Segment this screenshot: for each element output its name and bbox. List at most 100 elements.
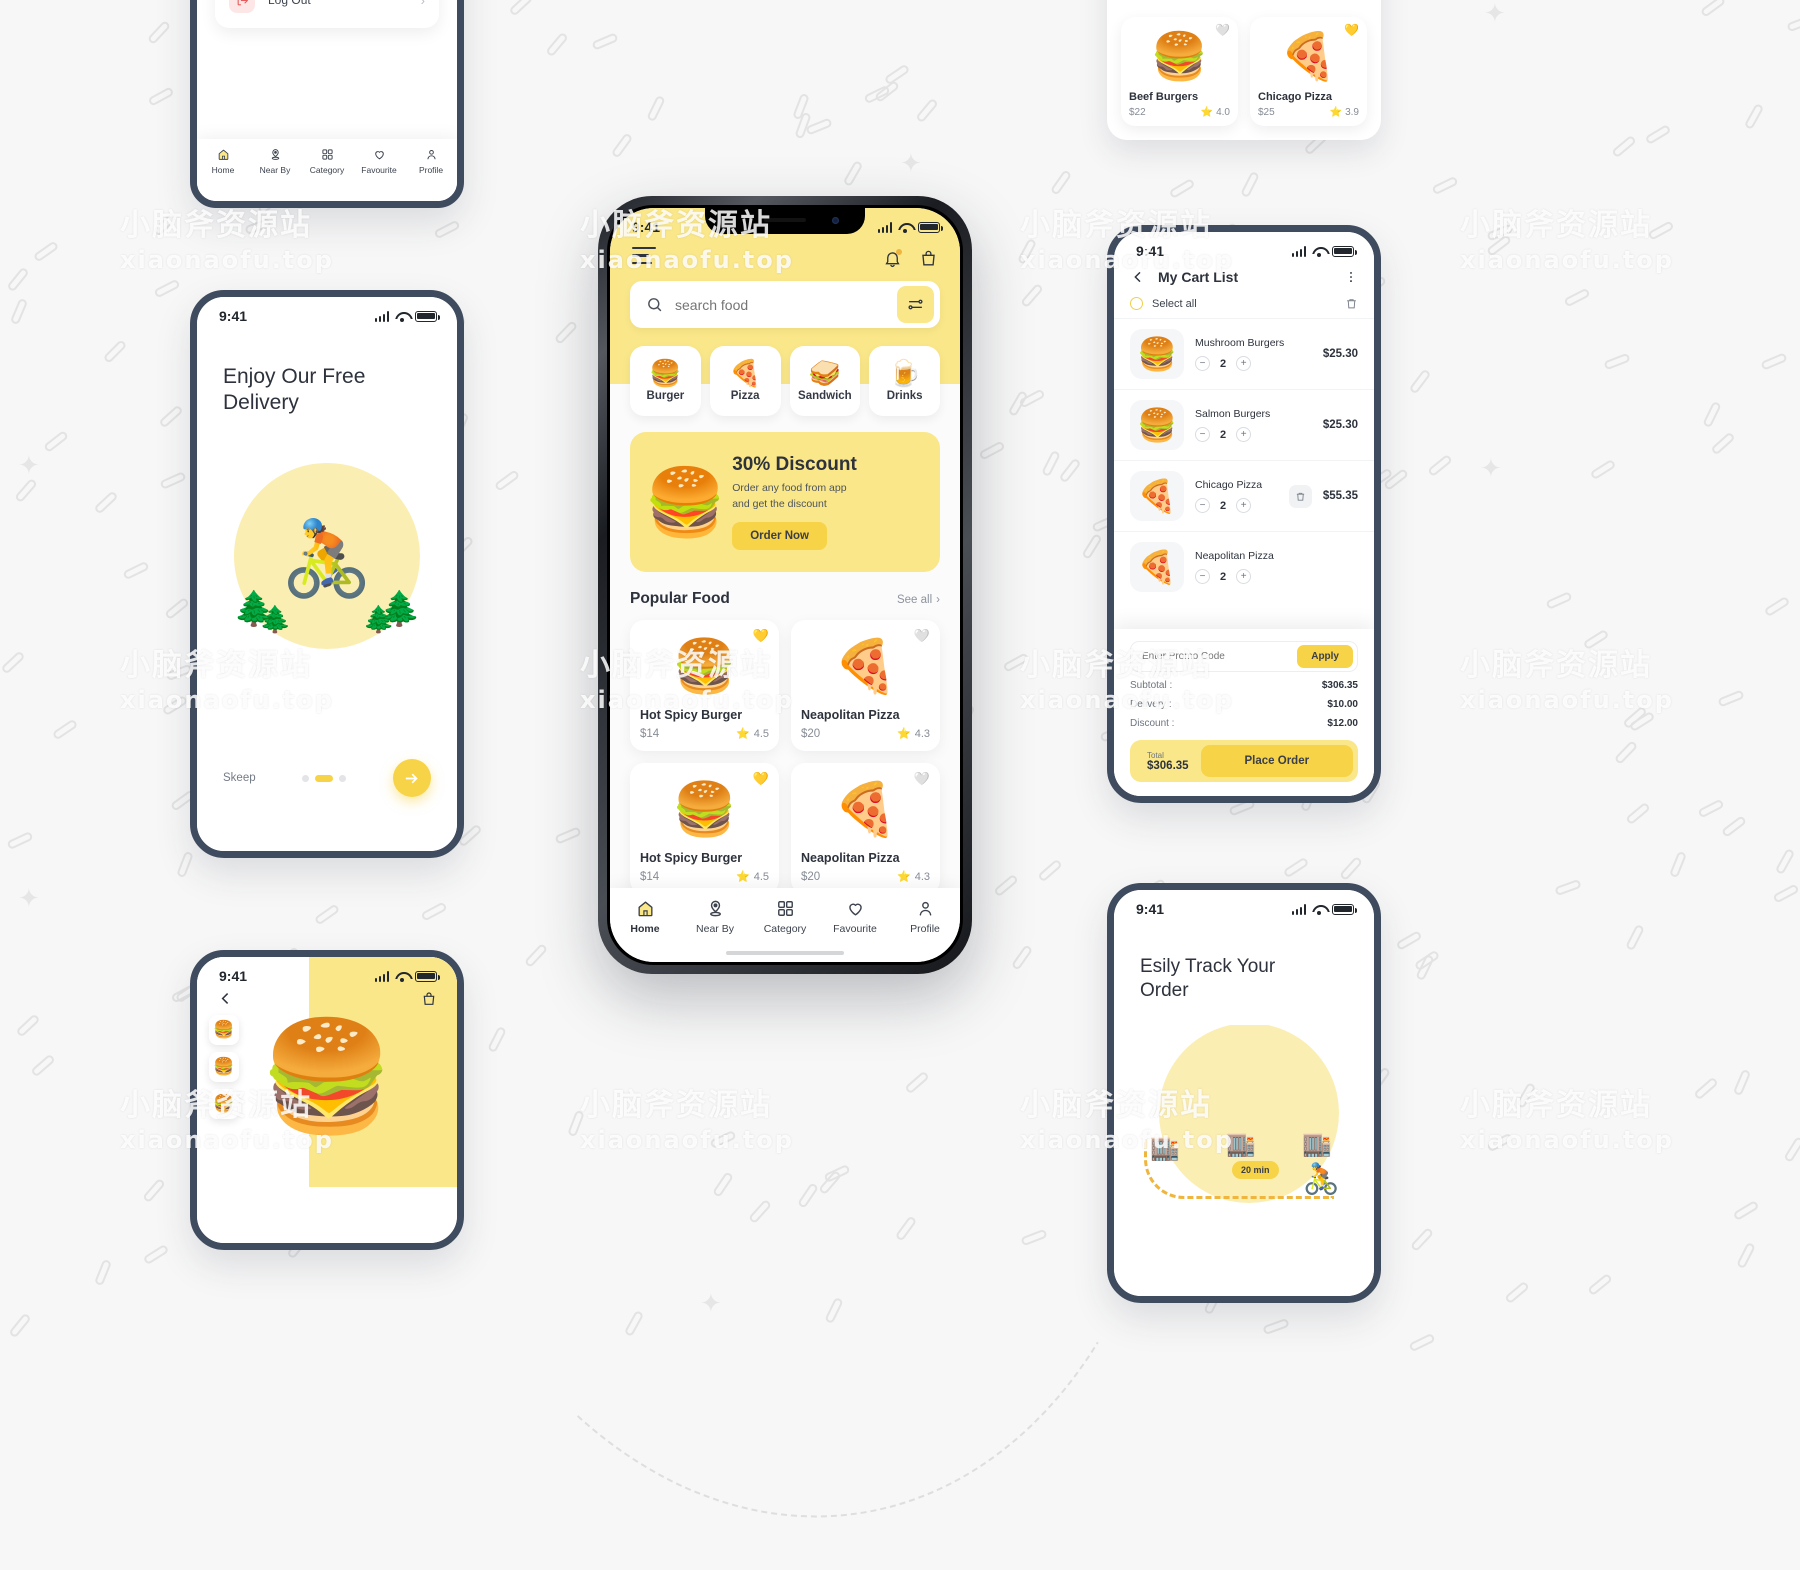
back-button[interactable] [1130,269,1146,285]
total-box: Total $306.35 [1135,748,1201,775]
decorative-dash [794,111,812,140]
wifi-icon [395,311,409,322]
summary-label: Delivery : [1130,699,1172,710]
decorative-dash [1020,282,1044,309]
heart-outline-icon[interactable]: 🤍 [914,628,930,644]
decrease-button[interactable]: − [1195,569,1210,584]
category-pizza[interactable]: 🍕 Pizza [709,346,781,417]
quantity-stepper[interactable]: − 2 + [1195,356,1312,371]
category-drinks[interactable]: 🍺 Drinks [869,346,940,417]
heart-filled-icon[interactable]: 💛 [1344,23,1359,37]
item-thumbnail: 🍕 [1130,471,1184,521]
next-button[interactable] [392,759,431,797]
category-sandwich[interactable]: 🥪 Sandwich [789,346,861,417]
delete-item-button[interactable] [1288,484,1312,508]
watermark: 小脑斧资源站 xiaonaofu.top [1460,200,1674,274]
device-notch [705,208,865,234]
filter-icon[interactable] [897,286,934,324]
thumbnail-item[interactable]: 🍔 [209,1015,239,1045]
heart-filled-icon[interactable]: 💛 [753,628,769,644]
shopping-bag-icon[interactable] [421,991,437,1007]
increase-button[interactable]: + [1236,498,1252,513]
decorative-dash [1037,858,1063,883]
select-all-checkbox[interactable] [1130,297,1143,310]
signal-icon [374,310,389,322]
select-all-row[interactable]: Select all [1114,285,1374,318]
tab-near by[interactable]: Near By [680,899,750,935]
heart-filled-icon[interactable]: 💛 [753,771,769,787]
promo-code-row[interactable]: Apply [1130,641,1358,672]
favourite-card[interactable]: 🤍 🍔 Beef Burgers $22 ⭐ 4.0 [1121,17,1238,126]
food-image: 🍕 [833,637,898,696]
decorative-dash [1772,883,1800,904]
tab-home[interactable]: Home [197,148,249,175]
back-button[interactable] [217,990,234,1007]
decorative-dash [1625,801,1651,826]
heart-outline-icon[interactable]: 🤍 [914,771,930,787]
see-all-link[interactable]: See all › [897,594,940,606]
food-card[interactable]: 🤍 🍕 Neapolitan Pizza $20 ⭐ 4.3 [791,763,940,895]
food-card[interactable]: 💛 🍔 Hot Spicy Burger $14 ⭐ 4.5 [630,763,779,895]
tab-category[interactable]: Category [301,148,353,175]
promo-code-input[interactable] [1142,651,1298,662]
tab-profile[interactable]: Profile [405,148,457,175]
apply-promo-button[interactable]: Apply [1297,645,1353,668]
skip-button[interactable]: Skeep [223,772,256,784]
quantity-stepper[interactable]: − 2 + [1195,427,1312,442]
decorative-dash [1613,740,1639,765]
more-vertical-icon[interactable] [1344,270,1358,284]
search-input[interactable] [663,296,897,313]
decorative-dash [545,31,569,58]
food-rating: ⭐ 4.3 [897,870,930,884]
tab-profile[interactable]: Profile [890,899,960,935]
decorative-dash [747,1198,773,1225]
signal-icon [877,221,892,233]
logout-icon [229,0,255,13]
favourite-card[interactable]: 💛 🍕 Chicago Pizza $25 ⭐ 3.9 [1250,17,1367,126]
category-icon: 🍺 [888,358,921,389]
tab-category[interactable]: Category [750,899,820,935]
increase-button[interactable]: + [1236,427,1252,442]
tab-favourite[interactable]: Favourite [353,148,405,175]
home-header: 9:41 search food 🍔 Burger 🍕 Pizza 🥪 Sand… [610,208,960,417]
cart-item[interactable]: 🍕 Neapolitan Pizza − 2 + [1114,531,1374,602]
tab-home[interactable]: Home [610,899,680,935]
tab-near by[interactable]: Near By [249,148,301,175]
category-burger[interactable]: 🍔 Burger [630,346,701,417]
category-label: Burger [646,390,685,403]
summary-value: $10.00 [1327,699,1358,710]
profile-menu-card: Payment › Log Out › [215,0,439,28]
increase-button[interactable]: + [1236,356,1252,371]
cart-item[interactable]: 🍕 Chicago Pizza − 2 + $55.35 [1114,460,1374,531]
quantity-stepper[interactable]: − 2 + [1195,569,1358,584]
decrease-button[interactable]: − [1195,498,1210,513]
decorative-dash [1338,855,1364,882]
decorative-dash [818,1169,842,1196]
menu-item-logout[interactable]: Log Out › [215,0,439,28]
decrease-button[interactable]: − [1195,356,1210,371]
hamburger-menu-icon[interactable] [632,247,656,269]
order-now-button[interactable]: Order Now [732,521,827,550]
cart-item[interactable]: 🍔 Mushroom Burgers − 2 + $25.30 [1114,318,1374,389]
grid-icon [776,899,795,918]
search-bar[interactable] [630,281,940,329]
cart-item[interactable]: 🍔 Salmon Burgers − 2 + $25.30 [1114,389,1374,460]
shopping-bag-icon[interactable] [919,249,938,268]
trash-icon[interactable] [1345,297,1358,310]
decorative-dash [0,650,26,675]
decorative-dash [523,942,549,969]
increase-button[interactable]: + [1236,569,1252,584]
tab-favourite[interactable]: Favourite [820,899,890,935]
thumbnail-item[interactable]: 🍔 [209,1052,239,1082]
quantity-value: 2 [1220,428,1227,441]
place-order-button[interactable]: Place Order [1200,745,1353,777]
decrease-button[interactable]: − [1195,427,1210,442]
bell-icon[interactable] [883,248,902,268]
quantity-stepper[interactable]: − 2 + [1195,498,1278,513]
food-card[interactable]: 🤍 🍕 Neapolitan Pizza $20 ⭐ 4.3 [791,620,940,752]
thumbnail-item[interactable]: 🍔 [209,1089,239,1119]
thumbnail-strip: 🍔 🍔 🍔 [209,1015,239,1119]
shop-icon: 🏬 [1150,1134,1180,1162]
food-card[interactable]: 💛 🍔 Hot Spicy Burger $14 ⭐ 4.5 [630,620,779,752]
heart-outline-icon[interactable]: 🤍 [1215,23,1230,37]
